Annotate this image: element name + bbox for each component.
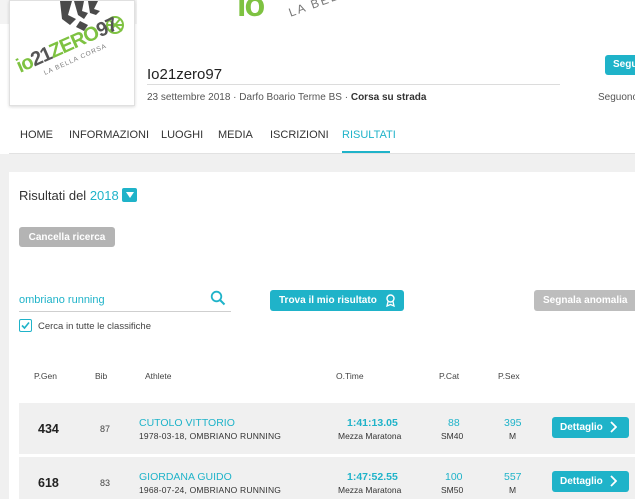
results-title: Risultati del 2018 bbox=[19, 188, 119, 203]
row-category: SM50 bbox=[441, 485, 464, 495]
header-psex[interactable]: P.Sex bbox=[498, 371, 520, 381]
row-pgen: 434 bbox=[38, 422, 59, 436]
results-title-prefix: Risultati del bbox=[19, 188, 87, 203]
followers-label: Seguono bbox=[598, 92, 635, 103]
row-athlete-name[interactable]: CUTOLO VITTORIO bbox=[139, 417, 235, 429]
nav-divider bbox=[9, 153, 635, 154]
row-bib: 83 bbox=[100, 478, 111, 488]
header-athlete[interactable]: Athlete bbox=[145, 371, 171, 381]
tab-luoghi[interactable]: LUOGHI bbox=[161, 129, 203, 141]
tab-risultati[interactable]: RISULTATI bbox=[342, 129, 396, 141]
row-race: Mezza Maratona bbox=[338, 485, 402, 495]
row-athlete-info: 1968-07-24, OMBRIANO RUNNING bbox=[139, 485, 282, 495]
row-bib: 87 bbox=[100, 424, 111, 434]
detail-button-label: Dettaglio bbox=[560, 422, 603, 433]
clear-search-button[interactable]: Cancella ricerca bbox=[19, 227, 115, 247]
row-psex: 395 bbox=[504, 417, 522, 429]
search-input-underline bbox=[19, 311, 231, 312]
event-logo[interactable]: io21ZERO97 LA BELLA CORSA bbox=[9, 0, 135, 106]
search-input[interactable]: ombriano running bbox=[19, 294, 105, 306]
search-icon[interactable] bbox=[210, 290, 226, 306]
header-otime[interactable]: O.Time bbox=[336, 371, 364, 381]
row-pcat: 100 bbox=[445, 471, 463, 483]
meta-separator: · bbox=[344, 92, 349, 103]
detail-button-label: Dettaglio bbox=[560, 476, 603, 487]
table-row[interactable]: 618 83 GIORDANA GUIDO 1968-07-24, OMBRIA… bbox=[19, 457, 635, 499]
chevron-right-icon bbox=[610, 475, 617, 487]
event-title: Io21zero97 bbox=[147, 66, 223, 83]
event-meta: 23 settembre 2018 · Darfo Boario Terme B… bbox=[147, 92, 426, 103]
table-row[interactable]: 434 87 CUTOLO VITTORIO 1978-03-18, OMBRI… bbox=[19, 403, 635, 454]
tab-informazioni[interactable]: INFORMAZIONI bbox=[69, 129, 149, 141]
meta-separator: · bbox=[233, 92, 237, 103]
event-location: Darfo Boario Terme BS bbox=[239, 92, 342, 103]
row-pcat: 88 bbox=[448, 417, 460, 429]
detail-button[interactable]: Dettaglio bbox=[552, 417, 629, 438]
check-icon bbox=[21, 321, 30, 330]
report-anomaly-button[interactable]: Segnala anomalia bbox=[534, 290, 635, 311]
event-nav: HOME INFORMAZIONI LUOGHI MEDIA ISCRIZION… bbox=[0, 110, 635, 154]
event-date: 23 settembre 2018 bbox=[147, 92, 231, 103]
row-athlete-info: 1978-03-18, OMBRIANO RUNNING bbox=[139, 431, 282, 441]
hero-brand-subtext: LA BELLA bbox=[286, 0, 358, 20]
event-type: Corsa su strada bbox=[350, 92, 427, 103]
find-my-result-label: Trova il mio risultato bbox=[279, 295, 377, 306]
row-race: Mezza Maratona bbox=[338, 431, 402, 441]
row-sex: M bbox=[509, 485, 517, 495]
results-year[interactable]: 2018 bbox=[90, 188, 119, 203]
header-pgen[interactable]: P.Gen bbox=[34, 371, 57, 381]
tab-home[interactable]: HOME bbox=[20, 129, 53, 141]
tab-iscrizioni[interactable]: ISCRIZIONI bbox=[270, 129, 329, 141]
find-my-result-button[interactable]: Trova il mio risultato bbox=[270, 290, 404, 311]
medal-icon bbox=[386, 294, 395, 307]
title-divider bbox=[147, 84, 560, 85]
row-sex: M bbox=[509, 431, 517, 441]
follow-button[interactable]: Segu bbox=[605, 55, 635, 75]
header-pcat[interactable]: P.Cat bbox=[439, 371, 459, 381]
row-time: 1:41:13.05 bbox=[347, 417, 398, 429]
search-all-label: Cerca in tutte le classifiche bbox=[38, 321, 151, 332]
event-logo-graphic: io21ZERO97 LA BELLA CORSA bbox=[13, 1, 124, 78]
row-time: 1:47:52.55 bbox=[347, 471, 398, 483]
row-category: SM40 bbox=[441, 431, 464, 441]
hero-brand-text: io bbox=[237, 0, 265, 24]
search-all-checkbox[interactable] bbox=[19, 319, 32, 332]
row-athlete-name[interactable]: GIORDANA GUIDO bbox=[139, 471, 232, 483]
dropdown-arrow-icon[interactable] bbox=[122, 188, 137, 202]
row-pgen: 618 bbox=[38, 476, 59, 490]
hero-image: io LA BELLA bbox=[137, 0, 635, 24]
tab-media[interactable]: MEDIA bbox=[218, 129, 253, 141]
chevron-right-icon bbox=[610, 421, 617, 433]
row-psex: 557 bbox=[504, 471, 522, 483]
detail-button[interactable]: Dettaglio bbox=[552, 471, 629, 492]
header-bib[interactable]: Bib bbox=[95, 371, 107, 381]
